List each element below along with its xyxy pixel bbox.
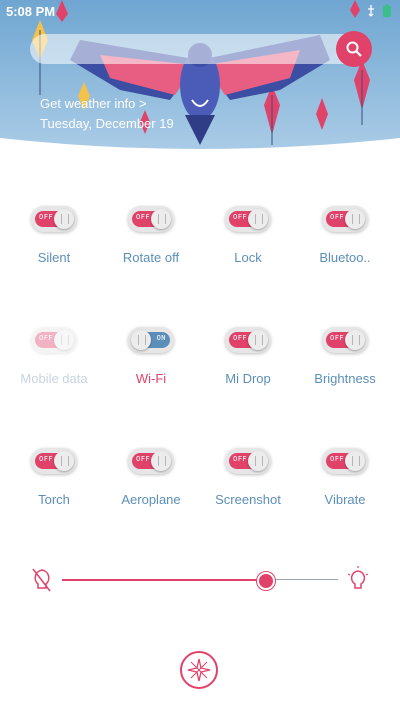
battery-icon	[383, 4, 391, 17]
header-illustration	[0, 0, 400, 149]
toggle-switch[interactable]: OFF	[225, 327, 271, 353]
toggle-switch[interactable]: OFF	[128, 206, 174, 232]
toggle-tile-lock[interactable]: OFF Lock	[198, 206, 298, 265]
toggle-tile-mobile-data[interactable]: OFF Mobile data	[4, 327, 104, 386]
toggle-label: Vibrate	[324, 492, 366, 507]
toggle-tile-bluetooth[interactable]: OFF Bluetoo..	[295, 206, 395, 265]
toggle-switch[interactable]: OFF	[128, 448, 174, 474]
toggle-label: Bluetoo..	[319, 250, 371, 265]
toggle-switch[interactable]: OFF	[322, 327, 368, 353]
brightness-high-icon[interactable]	[346, 566, 370, 594]
toggle-label: Silent	[37, 250, 71, 265]
toggle-label: Torch	[38, 492, 70, 507]
status-bar: 5:08 PM	[0, 0, 400, 24]
usb-icon	[368, 5, 374, 17]
slider-thumb[interactable]	[257, 572, 276, 590]
toggle-label: Aeroplane	[121, 492, 181, 507]
brightness-low-icon[interactable]	[30, 566, 54, 594]
clock: 5:08 PM	[6, 4, 56, 19]
toggle-switch[interactable]: OFF	[31, 206, 77, 232]
toggle-tile-mi-drop[interactable]: OFF Mi Drop	[198, 327, 298, 386]
toggle-label: Lock	[234, 250, 262, 265]
search-button[interactable]	[336, 31, 372, 67]
toggle-switch[interactable]: ON	[128, 327, 174, 353]
toggle-label: Brightness	[314, 371, 376, 386]
toggle-switch[interactable]: OFF	[31, 327, 77, 353]
toggle-label: Mobile data	[20, 371, 88, 386]
toggle-tile-screenshot[interactable]: OFF Screenshot	[198, 448, 298, 507]
toggle-tile-aeroplane[interactable]: OFF Aeroplane	[101, 448, 201, 507]
brightness-slider[interactable]	[30, 566, 370, 594]
compass-icon	[187, 658, 211, 682]
toggle-tile-vibrate[interactable]: OFF Vibrate	[295, 448, 395, 507]
toggle-tile-silent[interactable]: OFF Silent	[4, 206, 104, 265]
toggle-switch[interactable]: OFF	[322, 206, 368, 232]
toggle-switch[interactable]: OFF	[322, 448, 368, 474]
toggle-switch[interactable]: OFF	[225, 206, 271, 232]
toggle-label: Wi-Fi	[135, 371, 167, 386]
toggle-tile-brightness[interactable]: OFF Brightness	[295, 327, 395, 386]
weather-link[interactable]: Get weather info >	[40, 96, 147, 111]
toggle-tile-torch[interactable]: OFF Torch	[4, 448, 104, 507]
toggle-label: Screenshot	[215, 492, 281, 507]
compass-button[interactable]	[180, 651, 218, 689]
slider-track	[266, 579, 338, 580]
toggle-switch[interactable]: OFF	[225, 448, 271, 474]
toggle-tile-rotate[interactable]: OFF Rotate off	[101, 206, 201, 265]
slider-fill	[62, 579, 267, 581]
toggle-switch[interactable]: OFF	[31, 448, 77, 474]
header-banner: 5:08 PM Get weather info > Tuesday, Dece…	[0, 0, 400, 160]
toggle-label: Mi Drop	[225, 371, 271, 386]
search-input[interactable]	[30, 34, 368, 64]
toggle-label: Rotate off	[122, 250, 180, 265]
toggle-tile-wifi[interactable]: ON Wi-Fi	[101, 327, 201, 386]
search-icon	[346, 41, 362, 57]
date-label: Tuesday, December 19	[40, 116, 174, 131]
